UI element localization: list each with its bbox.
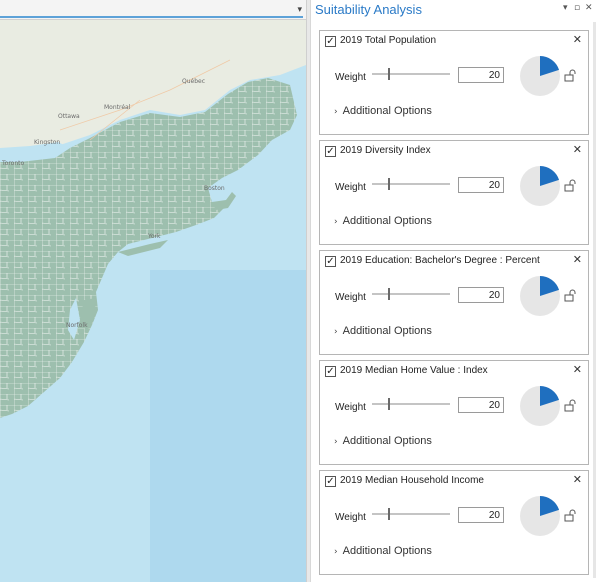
chevron-right-icon: › [334,217,338,227]
weight-pie-chart [520,386,560,426]
additional-options-toggle[interactable]: › Additional Options [334,325,432,337]
slider-track [372,293,450,295]
weight-slider[interactable] [372,177,450,191]
pane-header: Suitability Analysis ▾ ▫ ✕ [311,0,597,22]
criterion-card: ✓ 2019 Education: Bachelor's Degree : Per… [319,250,589,355]
slider-track [372,183,450,185]
slider-thumb[interactable] [388,178,390,190]
criterion-checkbox[interactable]: ✓ [325,256,336,267]
weight-slider[interactable] [372,507,450,521]
suitability-pane: Suitability Analysis ▾ ▫ ✕ ✓ 2019 Total P… [310,0,597,582]
close-icon[interactable]: ✕ [573,143,582,156]
weight-slider[interactable] [372,397,450,411]
additional-options-toggle[interactable]: › Additional Options [334,215,432,227]
weight-input[interactable] [458,287,504,303]
additional-options-label: Additional Options [342,545,432,557]
weight-label: Weight [335,402,366,413]
unlock-icon[interactable] [564,289,576,302]
weight-pie-chart [520,166,560,206]
weight-label: Weight [335,292,366,303]
close-icon[interactable]: ✕ [573,363,582,376]
chevron-down-icon[interactable]: ▾ [297,5,302,15]
pane-title: Suitability Analysis [315,2,422,17]
additional-options-label: Additional Options [342,325,432,337]
additional-options-label: Additional Options [342,215,432,227]
pane-scrollbar[interactable] [593,22,596,578]
slider-thumb[interactable] [388,68,390,80]
slider-track [372,513,450,515]
criterion-checkbox[interactable]: ✓ [325,476,336,487]
close-icon[interactable]: ✕ [573,33,582,46]
map-label: Québec [182,78,206,85]
weight-input[interactable] [458,507,504,523]
weight-label: Weight [335,182,366,193]
additional-options-label: Additional Options [342,105,432,117]
weight-pie-chart [520,276,560,316]
slider-thumb[interactable] [388,288,390,300]
chevron-right-icon: › [334,547,338,557]
weight-input[interactable] [458,177,504,193]
criterion-card: ✓ 2019 Median Household Income ✕ Weight › Add… [319,470,589,575]
criterion-card: ✓ 2019 Diversity Index ✕ Weight › Additional … [319,140,589,245]
criterion-checkbox[interactable]: ✓ [325,366,336,377]
criterion-card: ✓ 2019 Total Population ✕ Weight › Additional… [319,30,589,135]
weight-slider[interactable] [372,287,450,301]
criterion-card: ✓ 2019 Median Home Value : Index ✕ Weight › A… [319,360,589,465]
additional-options-toggle[interactable]: › Additional Options [334,105,432,117]
slider-thumb[interactable] [388,508,390,520]
unlock-icon[interactable] [564,179,576,192]
weight-pie-chart [520,56,560,96]
criterion-checkbox[interactable]: ✓ [325,36,336,47]
close-icon[interactable]: ✕ [573,473,582,486]
criterion-checkbox[interactable]: ✓ [325,146,336,157]
chevron-down-icon[interactable]: ▾ [563,3,568,13]
additional-options-toggle[interactable]: › Additional Options [334,435,432,447]
map-label: Toronto [2,160,25,167]
criterion-title: 2019 Median Home Value : Index [340,365,488,376]
criterion-title: 2019 Total Population [340,35,437,46]
slider-track [372,403,450,405]
map-label: Norfolk [66,322,88,329]
chevron-right-icon: › [334,327,338,337]
weight-slider[interactable] [372,67,450,81]
map-view[interactable]: ▾ Ottawa Montréal Kingston Boston York N… [0,0,306,582]
map-canvas[interactable] [0,20,306,582]
criterion-title: 2019 Diversity Index [340,145,431,156]
additional-options-toggle[interactable]: › Additional Options [334,545,432,557]
weight-input[interactable] [458,67,504,83]
unlock-icon[interactable] [564,399,576,412]
chevron-right-icon: › [334,437,338,447]
weight-label: Weight [335,512,366,523]
map-label: Ottawa [58,113,80,120]
criterion-title: 2019 Education: Bachelor's Degree : Perc… [340,255,540,266]
slider-track [372,73,450,75]
weight-pie-chart [520,496,560,536]
map-label: Boston [204,185,225,192]
map-search-field[interactable] [0,2,303,18]
chevron-right-icon: › [334,107,338,117]
unlock-icon[interactable] [564,69,576,82]
additional-options-label: Additional Options [342,435,432,447]
map-toolbar: ▾ [0,0,306,20]
weight-input[interactable] [458,397,504,413]
unlock-icon[interactable] [564,509,576,522]
map-label: Montréal [104,104,131,111]
close-icon[interactable]: ✕ [585,3,593,13]
slider-thumb[interactable] [388,398,390,410]
map-label: Kingston [34,139,61,146]
weight-label: Weight [335,72,366,83]
map-label: York [148,233,161,240]
criterion-title: 2019 Median Household Income [340,475,484,486]
restore-icon[interactable]: ▫ [574,3,580,13]
close-icon[interactable]: ✕ [573,253,582,266]
